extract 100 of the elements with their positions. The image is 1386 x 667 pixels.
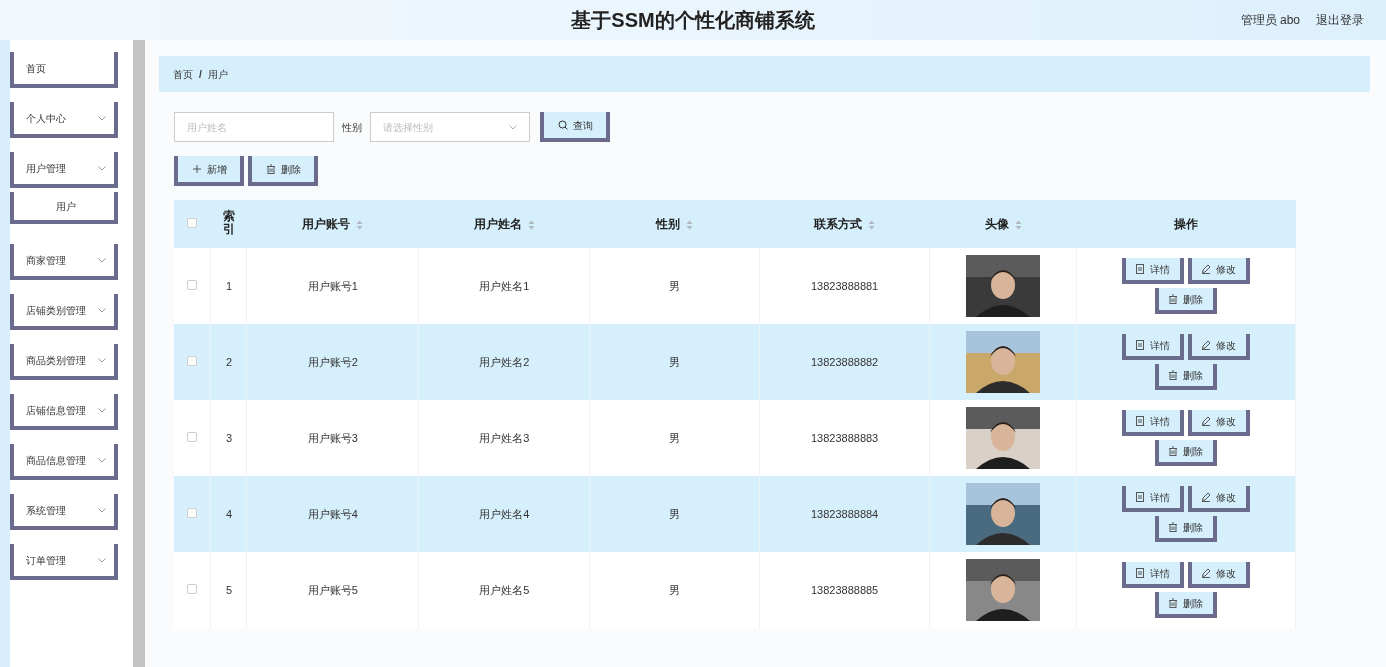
- delete-button[interactable]: 删除: [248, 156, 318, 186]
- select-all-checkbox[interactable]: [187, 218, 198, 228]
- chevron-down-icon: [98, 165, 106, 171]
- sidebar-item[interactable]: 店铺类别管理: [10, 294, 118, 330]
- sidebar-item[interactable]: 商家管理: [10, 244, 118, 280]
- sidebar-subitem[interactable]: 用户: [10, 192, 118, 224]
- trash-icon: [1168, 522, 1179, 532]
- search-icon: [557, 120, 568, 130]
- column-header[interactable]: 联系方式: [814, 217, 863, 231]
- row-checkbox[interactable]: [187, 279, 198, 290]
- details-button[interactable]: 详情: [1122, 410, 1184, 436]
- edit-button[interactable]: 修改: [1188, 258, 1250, 284]
- column-header: 操作: [1174, 217, 1198, 231]
- document-icon: [1135, 340, 1146, 350]
- column-header: 索引: [222, 209, 235, 237]
- table-cell: 用户账号1: [246, 248, 419, 324]
- logout-link[interactable]: 退出登录: [1316, 11, 1364, 29]
- add-button[interactable]: 新增: [174, 156, 244, 186]
- trash-icon: [1168, 598, 1179, 608]
- column-header[interactable]: 用户账号: [302, 217, 351, 231]
- sort-icon: [1014, 219, 1022, 230]
- document-icon: [1135, 264, 1146, 274]
- trash-icon: [1168, 294, 1179, 304]
- delete-button[interactable]: 删除: [1155, 364, 1217, 390]
- delete-button[interactable]: 删除: [1155, 288, 1217, 314]
- chevron-down-icon: [98, 257, 106, 263]
- table-cell: 男: [589, 552, 760, 628]
- chevron-down-icon: [509, 124, 517, 130]
- edit-button[interactable]: 修改: [1188, 562, 1250, 588]
- pencil-icon: [1201, 416, 1212, 426]
- sidebar-item[interactable]: 店铺信息管理: [10, 394, 118, 430]
- user-label: 管理员 abo: [1240, 12, 1300, 29]
- chevron-down-icon: [98, 115, 106, 121]
- sidebar-item[interactable]: 商品信息管理: [10, 444, 118, 480]
- table-cell: 用户账号5: [246, 552, 419, 628]
- details-button[interactable]: 详情: [1122, 486, 1184, 512]
- row-checkbox[interactable]: [187, 583, 198, 594]
- table-cell: 13823888884: [759, 476, 930, 552]
- breadcrumb-item[interactable]: 首页: [173, 66, 193, 82]
- chevron-down-icon: [98, 557, 106, 563]
- row-checkbox[interactable]: [187, 355, 198, 366]
- sort-icon: [868, 219, 876, 230]
- table-cell: 13823888883: [759, 400, 930, 476]
- chevron-down-icon: [98, 507, 106, 513]
- sidebar-item[interactable]: 系统管理: [10, 494, 118, 530]
- app-title: 基于SSM的个性化商铺系统: [571, 8, 815, 33]
- sidebar-item[interactable]: 用户管理: [10, 152, 118, 188]
- table-cell: 1: [210, 248, 247, 324]
- edit-button[interactable]: 修改: [1188, 410, 1250, 436]
- plus-icon: [191, 164, 202, 174]
- sidebar-item[interactable]: 个人中心: [10, 102, 118, 138]
- sidebar-item[interactable]: 商品类别管理: [10, 344, 118, 380]
- table-cell: 男: [589, 400, 760, 476]
- pencil-icon: [1201, 568, 1212, 578]
- row-checkbox[interactable]: [187, 431, 198, 442]
- breadcrumb-separator: /: [199, 67, 202, 82]
- trash-icon: [1168, 446, 1179, 456]
- table-cell: 13823888881: [759, 248, 930, 324]
- delete-button[interactable]: 删除: [1155, 516, 1217, 542]
- table-cell: 用户姓名2: [418, 324, 590, 400]
- table-cell: 男: [589, 476, 760, 552]
- table-cell: 5: [210, 552, 247, 628]
- row-checkbox[interactable]: [187, 507, 198, 518]
- sort-icon: [356, 219, 364, 230]
- table-cell: 3: [210, 400, 247, 476]
- table-cell: 13823888882: [759, 324, 930, 400]
- sidebar-item[interactable]: 首页: [10, 52, 118, 88]
- details-button[interactable]: 详情: [1122, 258, 1184, 284]
- table-cell: 男: [589, 324, 760, 400]
- table-cell: 用户姓名3: [418, 400, 590, 476]
- sort-icon: [686, 219, 694, 230]
- delete-button[interactable]: 删除: [1155, 440, 1217, 466]
- table-cell: 用户账号2: [246, 324, 419, 400]
- column-header[interactable]: 用户姓名: [473, 217, 522, 231]
- chevron-down-icon: [98, 357, 106, 363]
- pencil-icon: [1201, 492, 1212, 502]
- table-cell: 13823888885: [759, 552, 930, 628]
- breadcrumb-item: 用户: [207, 67, 228, 82]
- table-cell: 用户姓名1: [418, 248, 590, 324]
- sort-icon: [527, 219, 535, 230]
- trash-icon: [265, 164, 276, 174]
- table-cell: 2: [210, 324, 247, 400]
- table-cell: 男: [589, 248, 760, 324]
- column-header[interactable]: 头像: [984, 217, 1009, 231]
- pencil-icon: [1201, 340, 1212, 350]
- table-cell: 用户账号4: [246, 476, 419, 552]
- column-header[interactable]: 性别: [656, 217, 681, 231]
- query-button[interactable]: 查询: [540, 112, 610, 142]
- edit-button[interactable]: 修改: [1188, 486, 1250, 512]
- details-button[interactable]: 详情: [1122, 334, 1184, 360]
- gender-label: 性别: [342, 120, 362, 135]
- table-cell: 4: [210, 476, 247, 552]
- edit-button[interactable]: 修改: [1188, 334, 1250, 360]
- details-button[interactable]: 详情: [1122, 562, 1184, 588]
- table-cell: 用户账号3: [246, 400, 419, 476]
- document-icon: [1135, 568, 1146, 578]
- document-icon: [1135, 492, 1146, 502]
- delete-button[interactable]: 删除: [1155, 592, 1217, 618]
- trash-icon: [1168, 370, 1179, 380]
- sidebar-item[interactable]: 订单管理: [10, 544, 118, 580]
